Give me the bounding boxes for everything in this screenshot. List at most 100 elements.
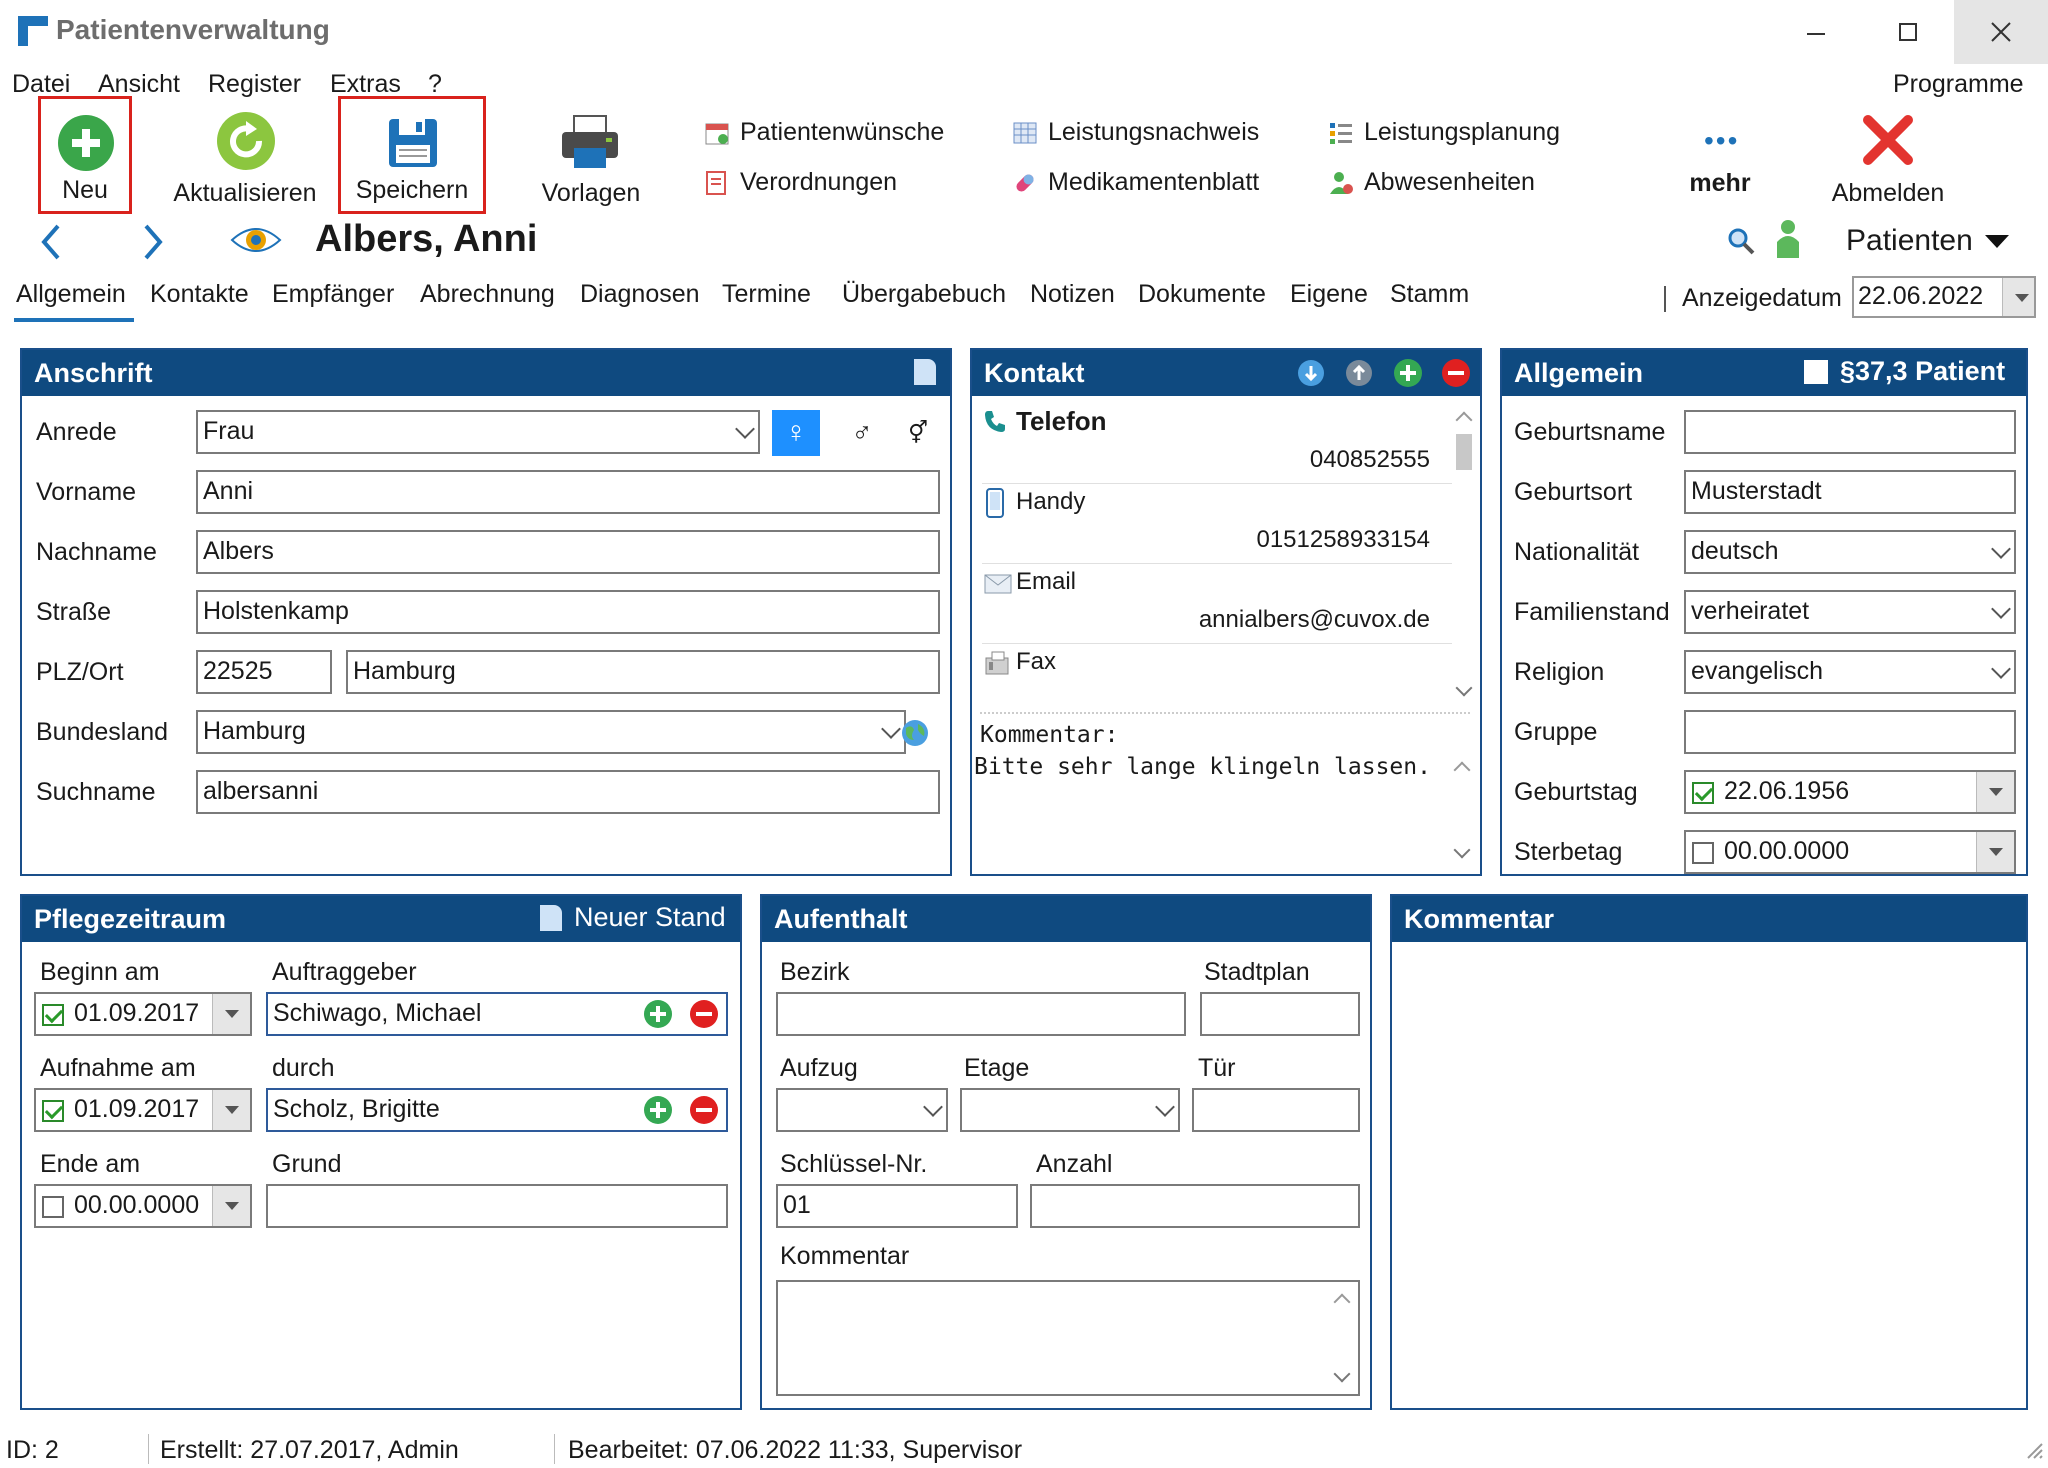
tab-termine[interactable]: Termine: [722, 280, 811, 309]
medikamentenblatt-button[interactable]: Medikamentenblatt: [1012, 168, 1259, 197]
abmelden-button[interactable]: Abmelden: [1820, 96, 1956, 214]
aufenthalt-kommentar-field[interactable]: [776, 1280, 1360, 1396]
nachname-field[interactable]: Albers: [196, 530, 940, 574]
contact-scrollbar[interactable]: [1452, 404, 1476, 704]
remove-auftraggeber-icon[interactable]: [690, 1000, 718, 1028]
vorlagen-button[interactable]: Vorlagen: [528, 96, 654, 214]
add-auftraggeber-icon[interactable]: [644, 1000, 672, 1028]
verordnungen-button[interactable]: Verordnungen: [704, 168, 897, 197]
forward-button[interactable]: [138, 220, 168, 264]
menu-register[interactable]: Register: [208, 70, 301, 99]
aufnahme-dropdown[interactable]: [212, 1090, 250, 1130]
menu-ansicht[interactable]: Ansicht: [98, 70, 180, 99]
back-button[interactable]: [36, 220, 66, 264]
grund-field[interactable]: [266, 1184, 728, 1228]
patientenwuensche-button[interactable]: Patientenwünsche: [704, 118, 944, 147]
sterbetag-field[interactable]: 00.00.0000: [1684, 830, 2016, 874]
durch-field[interactable]: Scholz, Brigitte: [266, 1088, 728, 1132]
bezirk-field[interactable]: [776, 992, 1186, 1036]
anzahl-field[interactable]: [1030, 1184, 1360, 1228]
bundesland-select[interactable]: Hamburg: [196, 710, 906, 754]
male-button[interactable]: ♂: [842, 410, 882, 456]
abwesenheiten-button[interactable]: Abwesenheiten: [1328, 168, 1535, 197]
menu-extras[interactable]: Extras: [330, 70, 401, 99]
search-button[interactable]: [1726, 226, 1756, 256]
menu-programme[interactable]: Programme: [1893, 70, 2024, 99]
sterbetag-dropdown[interactable]: [1976, 832, 2014, 872]
stadtplan-field[interactable]: [1200, 992, 1360, 1036]
geburtsname-field[interactable]: [1684, 410, 2016, 454]
patient-status-button[interactable]: [1774, 218, 1802, 260]
speichern-button[interactable]: Speichern: [338, 96, 486, 214]
sterbetag-checkbox[interactable]: [1692, 842, 1714, 864]
leistungsplanung-button[interactable]: Leistungsplanung: [1328, 118, 1560, 147]
nationalitaet-select[interactable]: deutsch: [1684, 530, 2016, 574]
document-icon[interactable]: [914, 359, 936, 385]
contact-row-email[interactable]: Email annialbers@cuvox.de: [982, 564, 1452, 644]
anzeigedatum-field[interactable]: 22.06.2022: [1852, 276, 2036, 318]
tab-notizen[interactable]: Notizen: [1030, 280, 1115, 309]
tab-kontakte[interactable]: Kontakte: [150, 280, 249, 309]
leistungsnachweis-button[interactable]: Leistungsnachweis: [1012, 118, 1259, 147]
tab-uebergabebuch[interactable]: Übergabebuch: [842, 280, 1006, 309]
resize-grip-icon[interactable]: [2022, 1438, 2044, 1460]
aufzug-select[interactable]: [776, 1088, 948, 1132]
tuer-field[interactable]: [1192, 1088, 1360, 1132]
tab-stamm[interactable]: Stamm: [1390, 280, 1469, 309]
patienten-dropdown[interactable]: Patienten: [1846, 224, 2009, 258]
tab-empfaenger[interactable]: Empfänger: [272, 280, 394, 309]
remove-contact-icon[interactable]: [1442, 359, 1470, 387]
strasse-field[interactable]: Holstenkamp: [196, 590, 940, 634]
remove-durch-icon[interactable]: [690, 1096, 718, 1124]
geburtstag-field[interactable]: 22.06.1956: [1684, 770, 2016, 814]
contact-row-handy[interactable]: Handy 0151258933154: [982, 484, 1452, 564]
arrow-down-circle-icon[interactable]: [1298, 360, 1324, 386]
menu-help[interactable]: ?: [428, 70, 442, 99]
vorname-field[interactable]: Anni: [196, 470, 940, 514]
tab-abrechnung[interactable]: Abrechnung: [420, 280, 555, 309]
arrow-up-circle-icon[interactable]: [1346, 360, 1372, 386]
aufnahme-checkbox[interactable]: [42, 1100, 64, 1122]
contact-row-telefon[interactable]: Telefon 040852555: [982, 404, 1452, 484]
ende-checkbox[interactable]: [42, 1196, 64, 1218]
schluessel-field[interactable]: 01: [776, 1184, 1018, 1228]
etage-select[interactable]: [960, 1088, 1180, 1132]
geburtstag-checkbox[interactable]: [1692, 782, 1714, 804]
tab-allgemein[interactable]: Allgemein: [16, 280, 126, 309]
tab-dokumente[interactable]: Dokumente: [1138, 280, 1266, 309]
mehr-button[interactable]: ••• mehr: [1670, 118, 1770, 198]
ende-dropdown[interactable]: [212, 1186, 250, 1226]
gruppe-field[interactable]: [1684, 710, 2016, 754]
geburtstag-dropdown[interactable]: [1976, 772, 2014, 812]
plz-field[interactable]: 22525: [196, 650, 332, 694]
beginn-dropdown[interactable]: [212, 994, 250, 1034]
globe-button[interactable]: [900, 718, 930, 748]
neu-button[interactable]: Neu: [38, 96, 132, 214]
ende-field[interactable]: 00.00.0000: [34, 1184, 252, 1228]
anrede-select[interactable]: Frau: [196, 410, 760, 454]
auftraggeber-field[interactable]: Schiwago, Michael: [266, 992, 728, 1036]
diverse-button[interactable]: ⚥: [898, 410, 938, 456]
familienstand-select[interactable]: verheiratet: [1684, 590, 2016, 634]
kommentar-textarea[interactable]: [1398, 946, 2020, 1402]
maximize-button[interactable]: [1862, 0, 1954, 64]
beginn-field[interactable]: 01.09.2017: [34, 992, 252, 1036]
kontakt-kommentar-text[interactable]: Bitte sehr lange klingeln lassen.: [974, 754, 1431, 780]
add-durch-icon[interactable]: [644, 1096, 672, 1124]
tab-eigene[interactable]: Eigene: [1290, 280, 1368, 309]
view-eye-button[interactable]: [230, 222, 282, 258]
aufnahme-field[interactable]: 01.09.2017: [34, 1088, 252, 1132]
suchname-field[interactable]: albersanni: [196, 770, 940, 814]
close-button[interactable]: [1954, 0, 2048, 64]
ort-field[interactable]: Hamburg: [346, 650, 940, 694]
paragraph-checkbox[interactable]: [1804, 360, 1828, 384]
menu-datei[interactable]: Datei: [12, 70, 70, 99]
anzeigedatum-dropdown[interactable]: [2002, 278, 2034, 316]
female-button[interactable]: ♀: [772, 410, 820, 456]
add-contact-icon[interactable]: [1394, 359, 1422, 387]
geburtsort-field[interactable]: Musterstadt: [1684, 470, 2016, 514]
beginn-checkbox[interactable]: [42, 1004, 64, 1026]
aktualisieren-button[interactable]: Aktualisieren: [165, 96, 325, 214]
scroll-thumb[interactable]: [1456, 434, 1472, 470]
neuer-stand-button[interactable]: Neuer Stand: [540, 902, 726, 933]
